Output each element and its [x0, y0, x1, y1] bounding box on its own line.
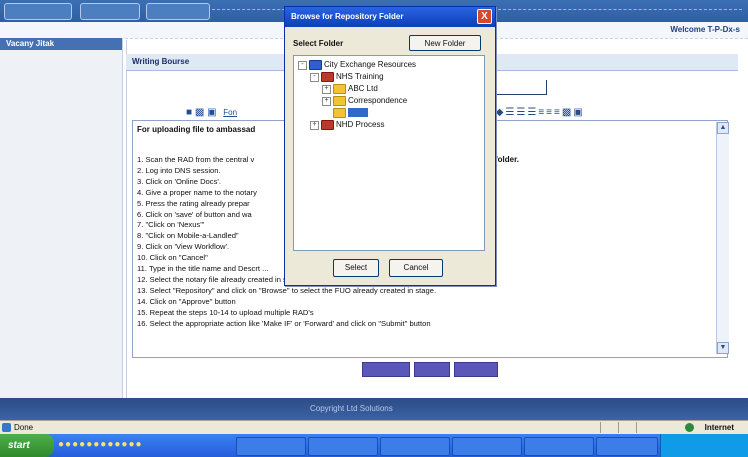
status-text: Done	[14, 423, 34, 432]
top-nav-tab-1[interactable]	[4, 3, 72, 20]
close-icon[interactable]: X	[477, 9, 492, 24]
expand-icon[interactable]: +	[322, 84, 331, 94]
list-item: 14. Click on "Approve" button	[137, 296, 236, 306]
step-trailing-text: folder.	[495, 155, 520, 164]
align-center-icon[interactable]: ☰	[516, 107, 527, 118]
taskbar-item[interactable]	[308, 437, 378, 456]
tree-node-label: NHS Training	[336, 72, 384, 82]
taskbar-item[interactable]	[596, 437, 658, 456]
status-divider	[636, 422, 637, 433]
top-nav-tab-2[interactable]	[80, 3, 140, 20]
page-icon	[2, 423, 11, 432]
tree-node[interactable]: + NHD Process	[310, 120, 384, 130]
underline-icon[interactable]: ▣	[207, 107, 216, 118]
taskbar-item[interactable]	[236, 437, 306, 456]
expand-icon[interactable]: +	[322, 96, 331, 106]
scroll-up-icon[interactable]: ▲	[717, 122, 729, 134]
status-divider	[618, 422, 619, 433]
action-button-2[interactable]	[414, 362, 450, 377]
left-nav-title: Vacany Jitak	[6, 39, 55, 48]
system-tray	[660, 434, 748, 457]
taskbar-item[interactable]	[524, 437, 594, 456]
font-dropdown[interactable]: Fon	[223, 108, 237, 117]
top-nav-tab-3[interactable]	[146, 3, 210, 20]
start-button[interactable]: start	[0, 434, 54, 457]
quick-launch-icon[interactable]: ●	[128, 439, 135, 450]
folder-icon	[309, 60, 322, 70]
outdent-icon[interactable]: ≡	[546, 107, 554, 118]
taskbar-item[interactable]	[452, 437, 522, 456]
browse-folder-dialog: Browse for Repository Folder X Select Fo…	[284, 6, 496, 286]
tree-node-label: Tasks	[348, 108, 369, 118]
left-navigation: Vacany Jitak	[0, 38, 123, 398]
dialog-title-bar[interactable]: Browse for Repository Folder X	[285, 7, 495, 27]
align-left-icon[interactable]: ☰	[505, 107, 516, 118]
browser-status-bar: Done Internet	[0, 420, 748, 435]
footer-text: Copyright Ltd Solutions	[310, 404, 393, 413]
collapse-icon[interactable]: -	[298, 60, 307, 70]
tree-node-label: Correspondence	[348, 96, 408, 106]
taskbar-item[interactable]	[380, 437, 450, 456]
link-icon[interactable]: ▩	[562, 107, 573, 118]
editor-toolbar-right: ◈◆☰☰☰≡≡≡▩▣	[486, 107, 585, 118]
quick-launch-icon[interactable]: ●	[136, 439, 143, 450]
tree-node[interactable]: - City Exchange Resources	[298, 60, 416, 70]
tree-node-label: City Exchange Resources	[324, 60, 417, 70]
status-divider	[600, 422, 601, 433]
page-title: Writing Bourse	[132, 57, 190, 66]
new-folder-button[interactable]: New Folder	[409, 35, 481, 51]
tree-node-label: NHD Process	[336, 120, 385, 130]
action-button-1[interactable]	[362, 362, 410, 377]
color-icon[interactable]: ◆	[496, 107, 506, 118]
select-folder-label: Select Folder	[293, 39, 344, 48]
folder-tree[interactable]: - City Exchange Resources - NHS Training +…	[293, 55, 485, 251]
folder-icon	[333, 96, 346, 106]
action-button-3[interactable]	[454, 362, 498, 377]
list-item: 16. Select the appropriate action like '…	[137, 318, 431, 328]
tree-node[interactable]: + Correspondence	[322, 96, 407, 106]
collapse-icon[interactable]: -	[310, 72, 319, 82]
tree-node[interactable]: - NHS Training	[310, 72, 384, 82]
expand-icon[interactable]: +	[310, 120, 319, 130]
tree-node[interactable]: + ABC Ltd	[322, 84, 378, 94]
select-button[interactable]: Select	[333, 259, 379, 277]
editor-scrollbar[interactable]: ▲ ▼	[716, 122, 729, 354]
folder-icon	[333, 108, 346, 118]
editor-toolbar-left: ■ ▩ ▣ Fon	[186, 107, 237, 118]
editor-lead-text: For uploading file to ambassad	[137, 125, 256, 134]
quick-launch: ●●●●●●●●●●●●	[58, 439, 143, 450]
left-nav-header[interactable]: Vacany Jitak	[0, 38, 122, 50]
scroll-down-icon[interactable]: ▼	[717, 342, 729, 354]
dialog-title: Browse for Repository Folder	[291, 12, 404, 21]
globe-icon	[685, 423, 694, 432]
image-icon[interactable]: ▣	[573, 107, 584, 118]
tree-node-selected[interactable]: Tasks	[333, 108, 369, 118]
italic-icon[interactable]: ▩	[195, 107, 204, 118]
welcome-text: Welcome T-P-Dx-s	[670, 25, 740, 34]
quick-launch-icon[interactable]: ●	[58, 439, 65, 450]
list-item: 13. Select "Repository" and click on "Br…	[137, 285, 437, 295]
indent-icon[interactable]: ≡	[554, 107, 562, 118]
list-icon[interactable]: ≡	[538, 107, 546, 118]
align-right-icon[interactable]: ☰	[527, 107, 538, 118]
bold-icon[interactable]: ■	[186, 107, 192, 118]
security-zone: Internet	[704, 423, 734, 432]
folder-icon	[333, 84, 346, 94]
list-item: 15. Repeat the steps 10-14 to upload mul…	[137, 307, 314, 317]
folder-icon	[321, 120, 334, 130]
folder-icon	[321, 72, 334, 82]
cancel-button[interactable]: Cancel	[389, 259, 443, 277]
tree-node-label: ABC Ltd	[348, 84, 378, 94]
